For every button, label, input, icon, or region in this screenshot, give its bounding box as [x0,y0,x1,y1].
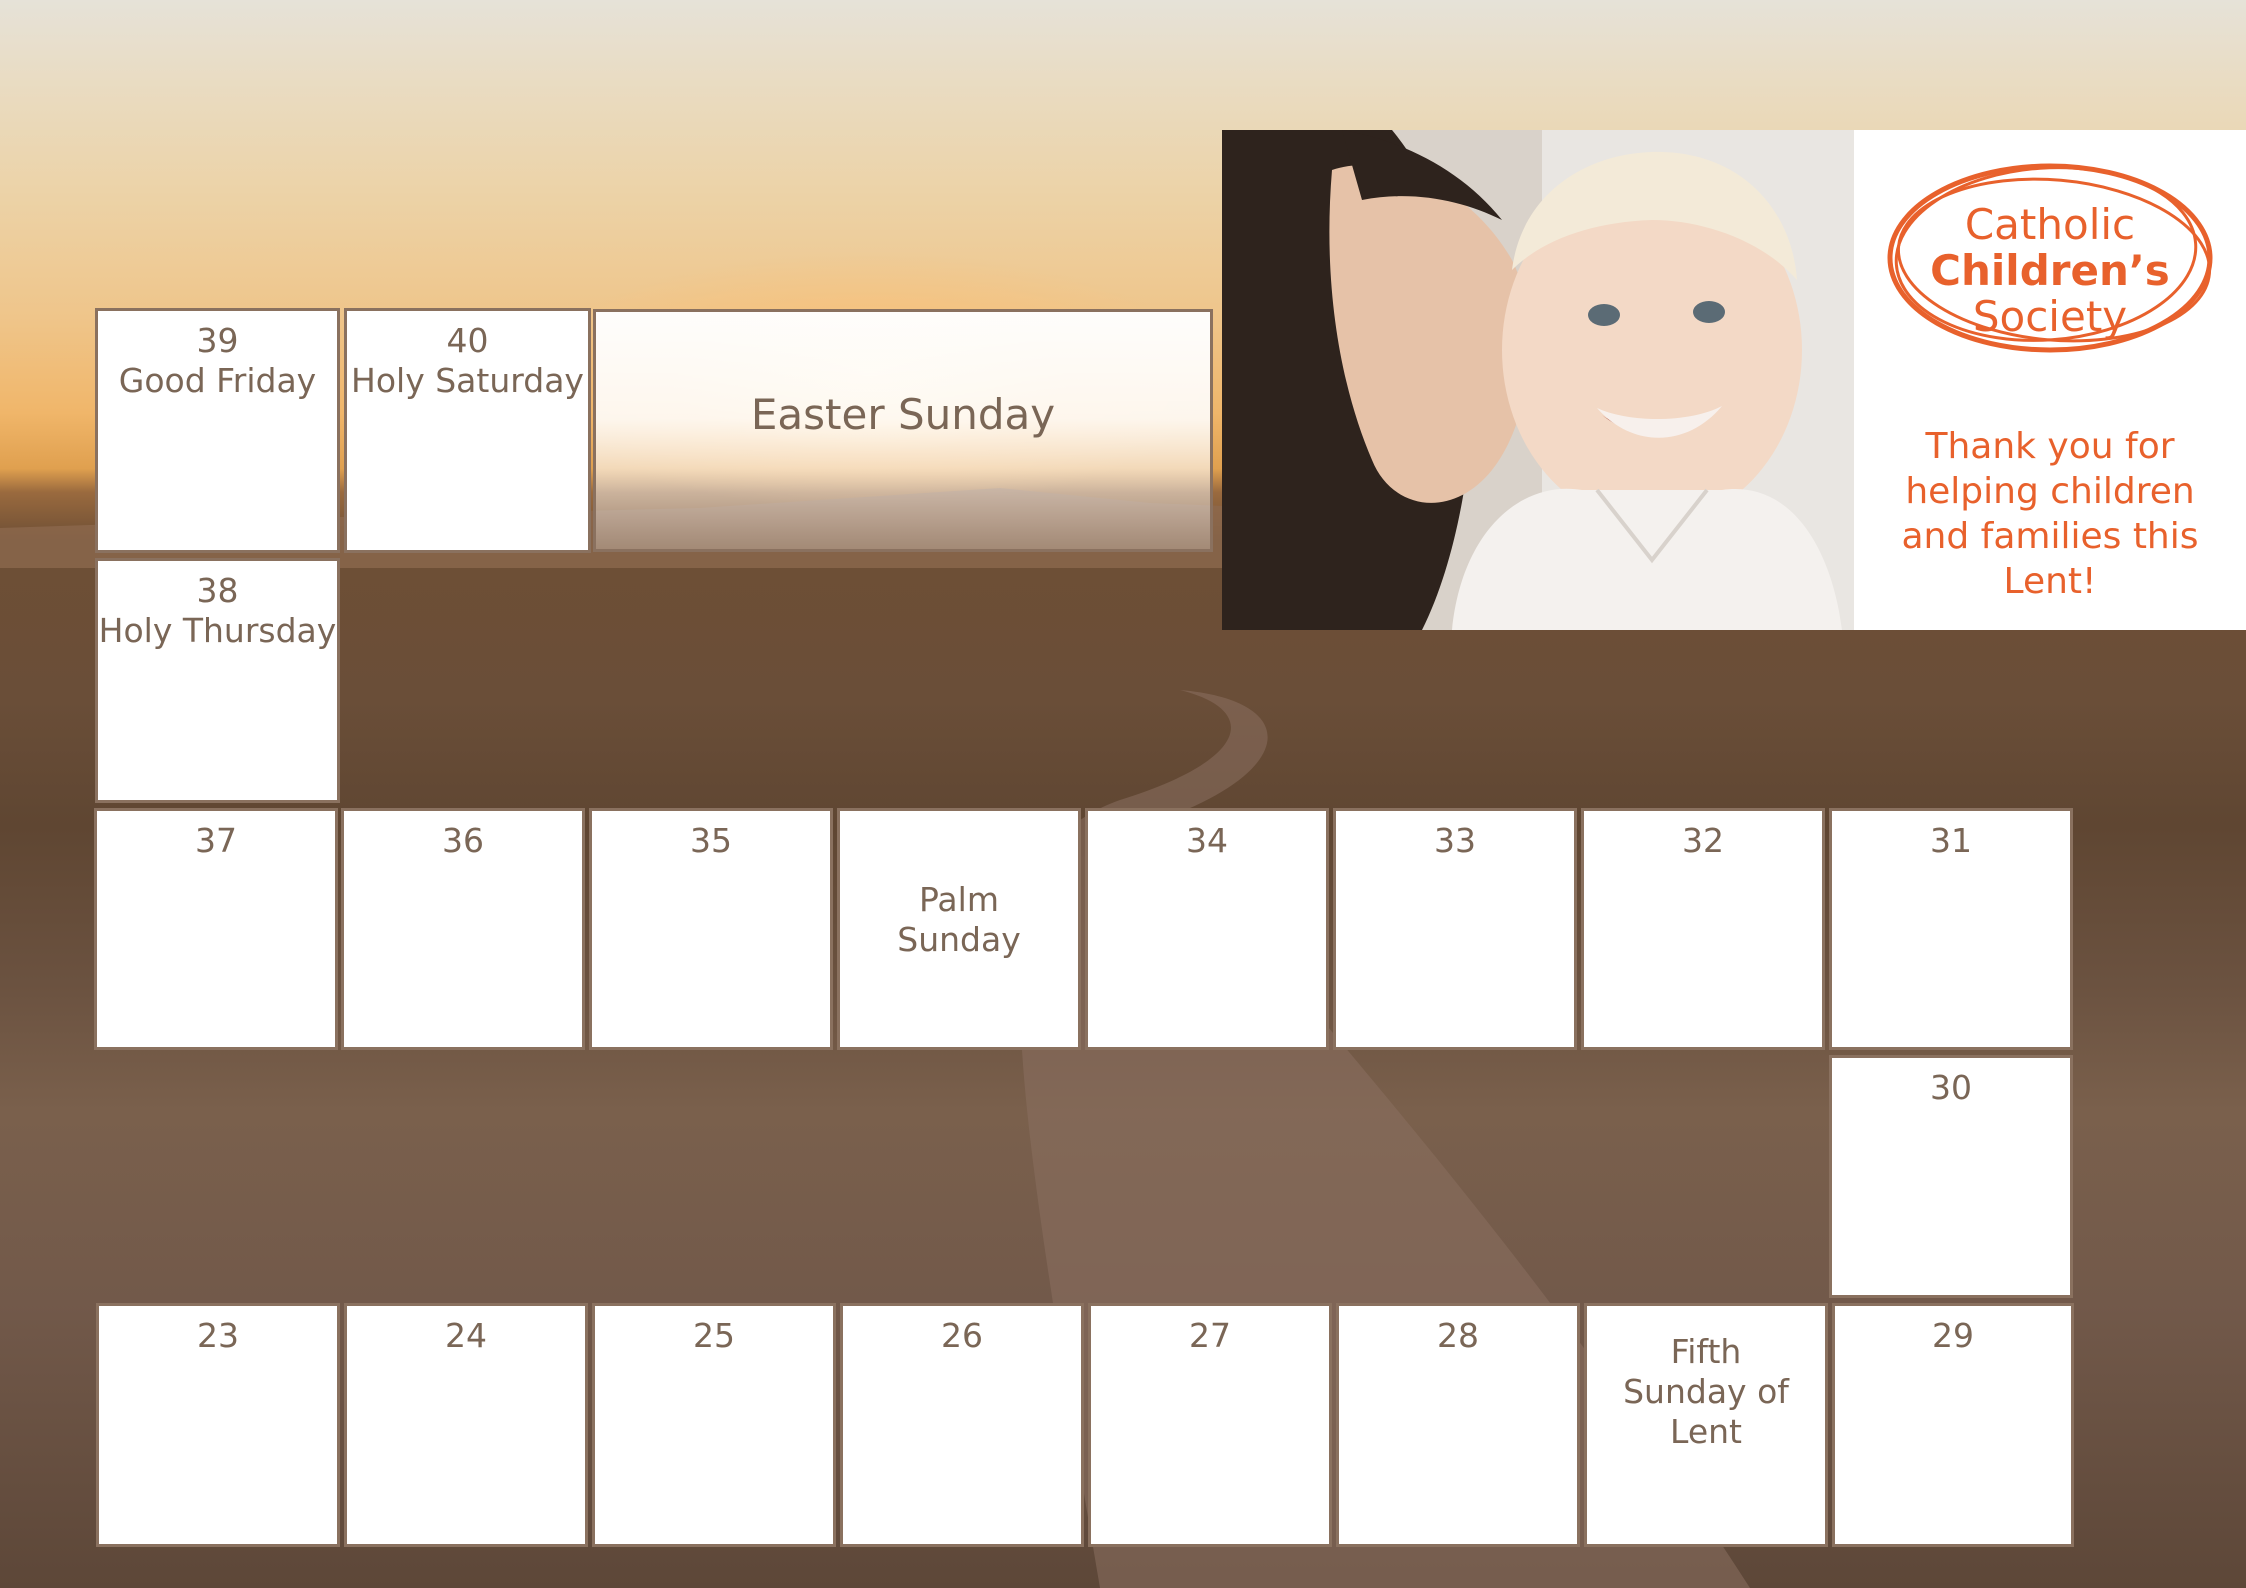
calendar-day-31[interactable]: 31 [1829,808,2073,1050]
day-number: 32 [1682,821,1724,860]
calendar-palm-sunday[interactable]: Palm Sunday [837,808,1081,1050]
day-number: 40 [446,321,489,360]
day-number: 30 [1930,1068,1972,1107]
calendar-day-23[interactable]: 23 [96,1303,340,1547]
calendar-day-24[interactable]: 24 [344,1303,588,1547]
calendar-easter-sunday[interactable]: Easter Sunday [593,309,1213,552]
calendar-day-36[interactable]: 36 [341,808,585,1050]
calendar-day-32[interactable]: 32 [1581,808,1825,1050]
easter-label: Easter Sunday [750,390,1056,439]
day-label: Good Friday [118,361,317,400]
calendar-fifth-sunday-of-lent[interactable]: Fifth Sunday of Lent [1584,1303,1828,1547]
calendar-day-28[interactable]: 28 [1336,1303,1580,1547]
charity-brand-panel: Catholic Children’s Society Thank you fo… [1854,130,2246,630]
day-number: 36 [442,821,484,860]
day-label: Holy Thursday [98,611,337,650]
calendar-day-35[interactable]: 35 [589,808,833,1050]
calendar-day-26[interactable]: 26 [840,1303,1084,1547]
calendar-day-25[interactable]: 25 [592,1303,836,1547]
day-number: 27 [1189,1316,1231,1355]
photo-mother-baby [1222,130,1854,630]
day-number: 38 [196,571,239,610]
day-number: 23 [197,1316,239,1355]
day-label: Palm Sunday [897,879,1021,959]
day-number: 39 [196,321,239,360]
day-number: 29 [1932,1316,1974,1355]
calendar-day-38[interactable]: 38 Holy Thursday [95,558,340,803]
day-number: 26 [941,1316,983,1355]
day-label: Holy Saturday [351,361,584,400]
logo-line-society: Society [1972,292,2128,341]
calendar-day-37[interactable]: 37 [94,808,338,1050]
day-number: 35 [690,821,732,860]
calendar-day-34[interactable]: 34 [1085,808,1329,1050]
calendar-day-27[interactable]: 27 [1088,1303,1332,1547]
calendar-day-39[interactable]: 39 Good Friday [95,308,340,553]
day-number: 28 [1437,1316,1479,1355]
logo-line-childrens: Children’s [1930,246,2170,295]
charity-logo[interactable]: Catholic Children’s Society [1874,150,2226,360]
day-number: 37 [195,821,237,860]
calendar-day-29[interactable]: 29 [1832,1303,2074,1547]
logo-wordmark: Catholic Children’s Society [1874,202,2226,340]
thank-you-message: Thank you for helping children and famil… [1901,426,2199,602]
calendar-day-30[interactable]: 30 [1829,1055,2073,1298]
day-number: 34 [1186,821,1228,860]
calendar-day-40[interactable]: 40 Holy Saturday [344,308,591,553]
day-number: 24 [445,1316,487,1355]
logo-line-catholic: Catholic [1964,200,2136,249]
day-label: Fifth Sunday of Lent [1623,1331,1789,1451]
calendar-day-33[interactable]: 33 [1333,808,1577,1050]
photo-illustration [1222,130,1854,630]
day-number: 25 [693,1316,735,1355]
day-number: 31 [1930,821,1972,860]
day-number: 33 [1434,821,1476,860]
